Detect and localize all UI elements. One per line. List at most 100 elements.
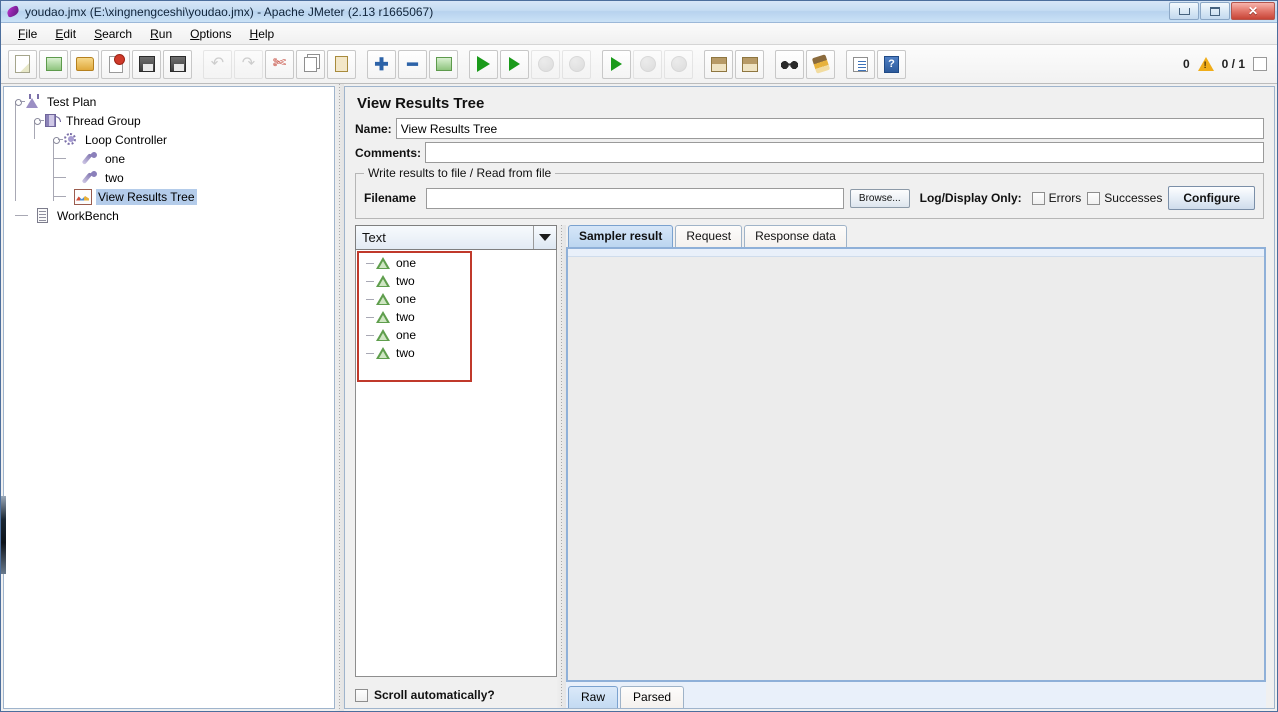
menu-help-label: elp <box>258 27 274 41</box>
renderer-combo[interactable]: Text <box>355 225 557 250</box>
test-plan-tree-panel[interactable]: Test Plan Thread Group Loop Controller o… <box>3 86 335 709</box>
list-item-label: two <box>396 310 415 324</box>
warning-triangle-icon[interactable] <box>1198 57 1214 71</box>
tab-raw[interactable]: Raw <box>568 686 618 708</box>
menu-file[interactable]: File <box>9 25 46 43</box>
result-content-area[interactable] <box>566 247 1266 682</box>
save-floppy-icon <box>139 56 155 72</box>
save-button[interactable] <box>132 50 161 79</box>
list-item[interactable]: two <box>356 344 556 362</box>
expand-knob-icon[interactable] <box>33 116 42 125</box>
tree-node-one[interactable]: one <box>10 149 334 168</box>
save-as-button[interactable] <box>163 50 192 79</box>
sample-result-list[interactable]: one two one <box>355 250 557 677</box>
expand-all-button[interactable]: ✚ <box>367 50 396 79</box>
copy-button[interactable] <box>296 50 325 79</box>
close-document-button[interactable] <box>101 50 130 79</box>
remote-shutdown-all-button[interactable] <box>664 50 693 79</box>
help-button[interactable]: ? <box>877 50 906 79</box>
open-button[interactable] <box>70 50 99 79</box>
successes-checkbox[interactable] <box>1087 192 1100 205</box>
remote-stop-all-button[interactable] <box>633 50 662 79</box>
cut-button[interactable]: ✄ <box>265 50 294 79</box>
close-button[interactable]: ✕ <box>1231 2 1275 20</box>
list-item[interactable]: two <box>356 308 556 326</box>
start-no-pauses-button[interactable] <box>500 50 529 79</box>
chevron-down-icon <box>539 234 551 241</box>
errors-label: Errors <box>1049 191 1082 205</box>
successes-checkbox-row[interactable]: Successes <box>1087 191 1162 205</box>
play-green-icon <box>477 56 490 72</box>
browse-button[interactable]: Browse... <box>850 189 910 208</box>
clear-all-button[interactable] <box>735 50 764 79</box>
scroll-automatically-checkbox[interactable] <box>355 689 368 702</box>
menu-edit[interactable]: Edit <box>46 25 85 43</box>
menu-help[interactable]: Help <box>241 25 284 43</box>
tab-sampler-result[interactable]: Sampler result <box>568 225 673 247</box>
name-label: Name: <box>355 122 392 136</box>
filename-input[interactable] <box>426 188 844 209</box>
list-item[interactable]: two <box>356 272 556 290</box>
write-results-group: Write results to file / Read from file F… <box>355 173 1264 219</box>
menu-search[interactable]: Search <box>85 25 141 43</box>
tab-parsed[interactable]: Parsed <box>620 686 684 708</box>
undo-button[interactable]: ↶ <box>203 50 232 79</box>
comments-input[interactable] <box>425 142 1264 163</box>
tree-node-loop-controller[interactable]: Loop Controller <box>10 130 334 149</box>
templates-icon <box>46 57 62 71</box>
tree-node-test-plan[interactable]: Test Plan <box>10 92 334 111</box>
thread-group-icon <box>43 112 60 129</box>
tree-guide-line <box>366 263 374 264</box>
expand-knob-icon[interactable] <box>14 97 23 106</box>
filename-label: Filename <box>364 191 416 205</box>
toggle-icon <box>436 57 452 71</box>
remote-start-all-button[interactable] <box>602 50 631 79</box>
templates-button[interactable] <box>39 50 68 79</box>
shutdown-button[interactable] <box>562 50 591 79</box>
configure-button[interactable]: Configure <box>1168 186 1255 210</box>
expand-knob-icon[interactable] <box>52 135 61 144</box>
tree-node-two[interactable]: two <box>10 168 334 187</box>
errors-checkbox[interactable] <box>1032 192 1045 205</box>
list-item[interactable]: one <box>356 254 556 272</box>
minimize-button[interactable] <box>1169 2 1199 20</box>
raw-parsed-tabs: Raw Parsed <box>566 682 1266 708</box>
tab-request[interactable]: Request <box>675 225 742 247</box>
save-as-icon <box>170 56 186 72</box>
collapse-all-button[interactable]: ━ <box>398 50 427 79</box>
list-item[interactable]: one <box>356 326 556 344</box>
tree-node-label: Loop Controller <box>83 132 169 148</box>
results-splitter[interactable] <box>557 225 566 708</box>
maximize-icon <box>1210 7 1220 16</box>
menu-options[interactable]: Options <box>181 25 240 43</box>
paste-button[interactable] <box>327 50 356 79</box>
search-reset-button[interactable] <box>806 50 835 79</box>
list-item[interactable]: one <box>356 290 556 308</box>
errors-checkbox-row[interactable]: Errors <box>1032 191 1082 205</box>
success-triangle-icon <box>376 310 391 324</box>
main-splitter[interactable] <box>335 84 344 711</box>
start-button[interactable] <box>469 50 498 79</box>
toggle-button[interactable] <box>429 50 458 79</box>
tree-guide-line <box>366 281 374 282</box>
renderer-dropdown-button[interactable] <box>533 226 556 249</box>
search-button[interactable] <box>775 50 804 79</box>
menu-run[interactable]: Run <box>141 25 181 43</box>
tree-node-thread-group[interactable]: Thread Group <box>10 111 334 130</box>
tree-node-workbench[interactable]: WorkBench <box>10 206 334 225</box>
stop-button[interactable] <box>531 50 560 79</box>
new-button[interactable] <box>8 50 37 79</box>
tree-guide-line <box>366 353 374 354</box>
clear-button[interactable] <box>704 50 733 79</box>
redo-button[interactable]: ↷ <box>234 50 263 79</box>
name-input[interactable] <box>396 118 1264 139</box>
function-helper-button[interactable] <box>846 50 875 79</box>
tree-node-label: one <box>103 151 127 167</box>
log-display-only-label: Log/Display Only: <box>920 191 1022 205</box>
warning-count: 0 <box>1183 57 1190 71</box>
help-book-icon: ? <box>884 56 899 73</box>
scroll-automatically-row[interactable]: Scroll automatically? <box>355 677 557 708</box>
tree-node-view-results-tree[interactable]: View Results Tree <box>10 187 334 206</box>
maximize-button[interactable] <box>1200 2 1230 20</box>
tab-response-data[interactable]: Response data <box>744 225 847 247</box>
